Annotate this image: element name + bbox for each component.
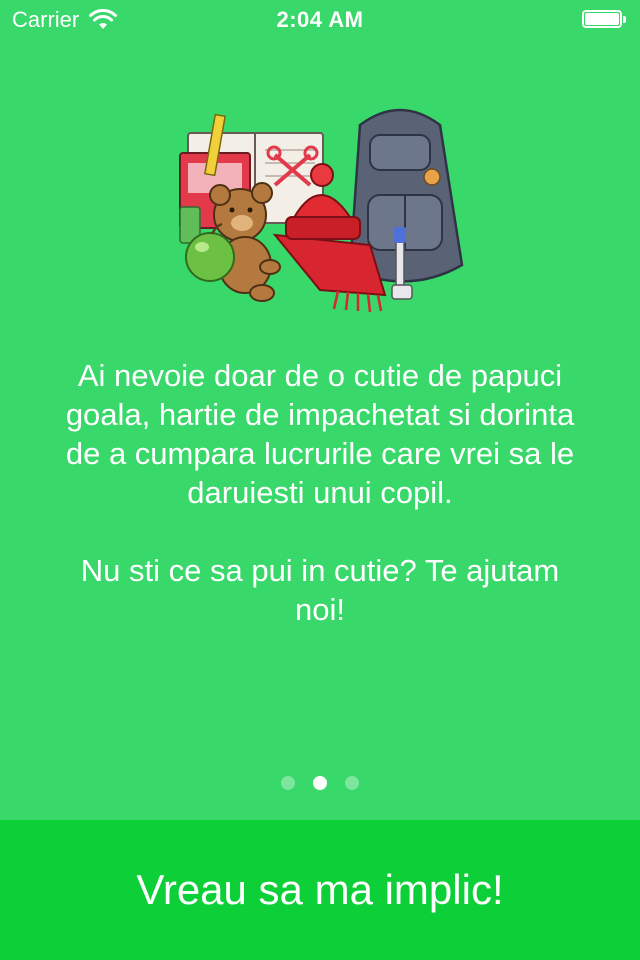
battery-full-icon (582, 10, 626, 30)
page-indicator[interactable] (0, 776, 640, 790)
school-supplies-illustration (179, 108, 464, 313)
page-dot-2-active[interactable] (313, 776, 327, 790)
page-dot-3[interactable] (345, 776, 359, 790)
get-involved-button[interactable]: Vreau sa ma implic! (0, 820, 640, 960)
status-bar: Carrier 2:04 AM (0, 0, 640, 40)
status-time: 2:04 AM (276, 7, 364, 32)
page-dot-1[interactable] (281, 776, 295, 790)
message-paragraph-2: Nu sti ce sa pui in cutie? Te ajutam noi… (80, 553, 560, 627)
message-paragraph-1: Ai nevoie doar de o cutie de papuci goal… (65, 358, 575, 510)
onboarding-message: Ai nevoie doar de o cutie de papuci goal… (60, 356, 580, 629)
